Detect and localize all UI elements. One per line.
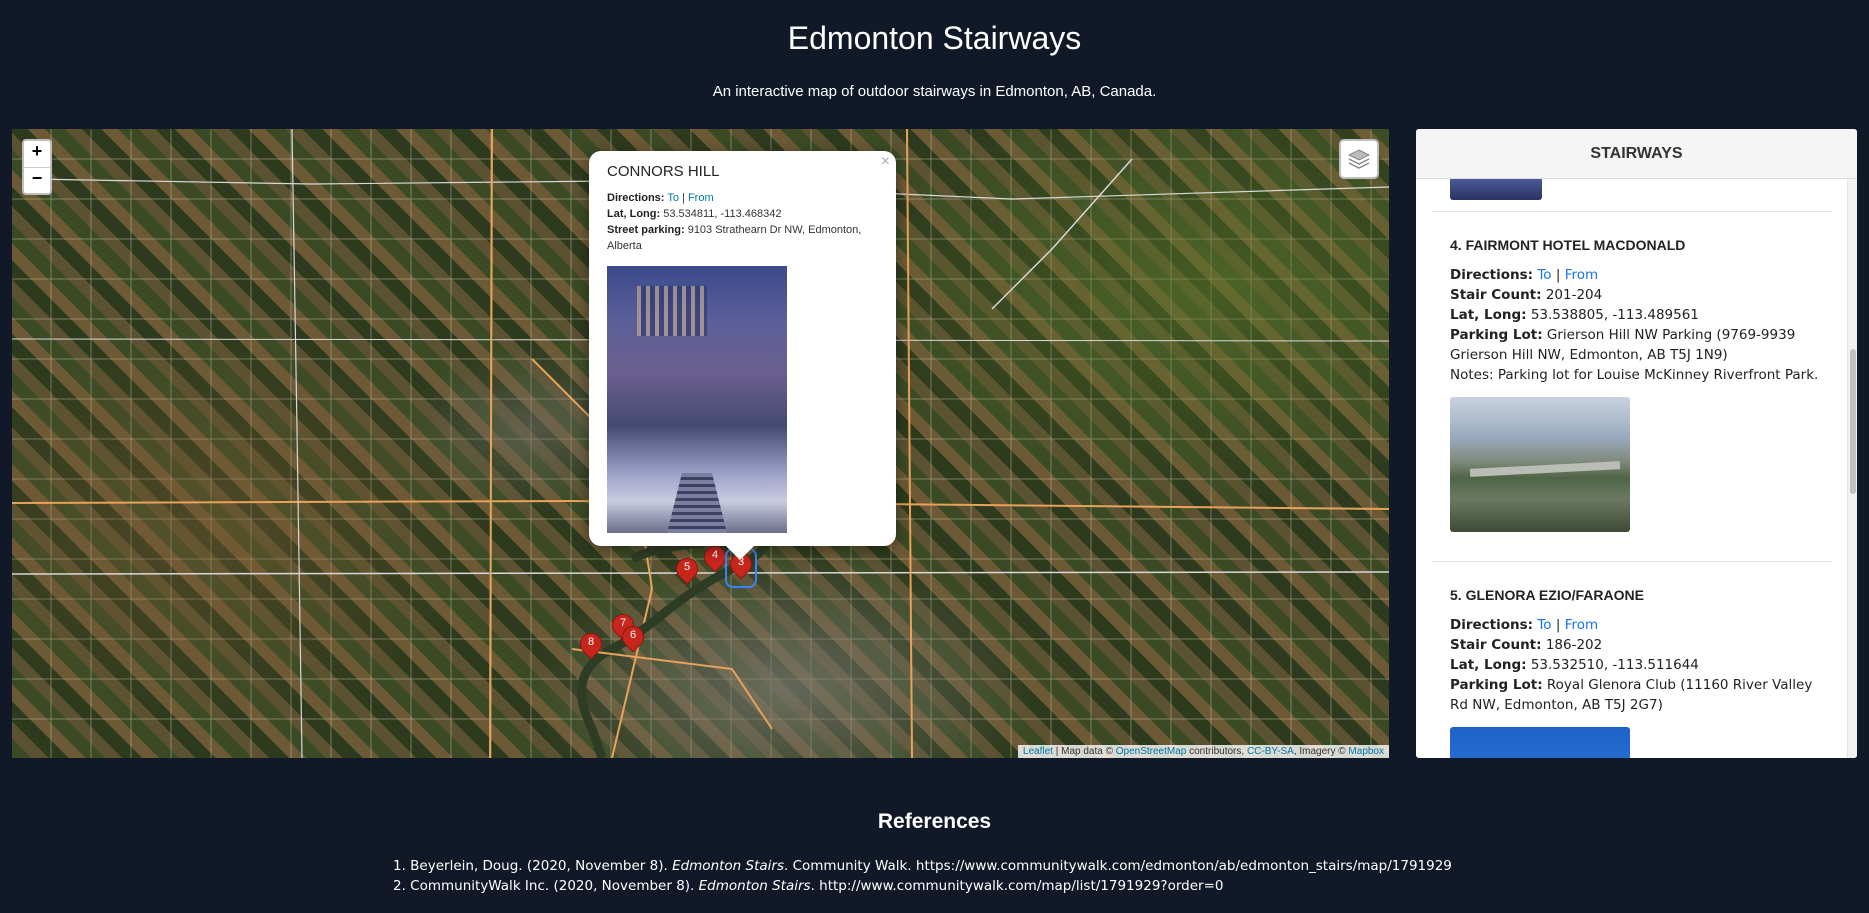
map-attribution: Leaflet | Map data © OpenStreetMap contr… [1017,745,1389,758]
popup-parking: Street parking: 9103 Strathearn Dr NW, E… [607,224,862,252]
layers-icon [1347,149,1371,169]
stairway-entry-5: 5. GLENORA EZIO/FARAONE Directions: To |… [1450,585,1830,758]
stairway-photo [1450,397,1630,532]
map-marker-5[interactable]: 5 [671,553,703,588]
page-title: Edmonton Stairways [787,20,1082,56]
sidebar-scrollbar[interactable] [1847,179,1857,758]
directions-to-link[interactable]: To [1537,267,1551,283]
popup-directions-to-link[interactable]: To [667,192,679,204]
reference-item: 1. Beyerlein, Doug. (2020, November 8). … [393,858,1452,874]
directions-from-link[interactable]: From [1565,617,1598,633]
sidebar-scroll-area[interactable]: 4. FAIRMONT HOTEL MACDONALD Directions: … [1416,179,1847,758]
stairway-entry-4: 4. FAIRMONT HOTEL MACDONALD Directions: … [1450,235,1830,532]
scrollbar-thumb[interactable] [1850,349,1856,494]
entry-divider [1432,561,1832,562]
stairway-latlong: Lat, Long: 53.538805, -113.489561 [1450,307,1699,323]
zoom-control: + − [22,139,52,195]
stairway-heading: 5. GLENORA EZIO/FARAONE [1450,587,1644,603]
references-title: References [877,810,992,833]
stairway-heading: 4. FAIRMONT HOTEL MACDONALD [1450,237,1686,253]
popup-directions: Directions: To | From [607,192,714,204]
directions-from-link[interactable]: From [1565,267,1598,283]
popup-directions-from-link[interactable]: From [688,192,714,204]
osm-link[interactable]: OpenStreetMap [1116,746,1187,757]
stairway-count: Stair Count: 186-202 [1450,637,1603,653]
popup-stair-photo [607,266,787,533]
stairway-directions: Directions: To | From [1450,267,1599,283]
stair-photo-previous [1450,179,1542,200]
license-link[interactable]: CC-BY-SA [1247,746,1294,757]
leaflet-link[interactable]: Leaflet [1023,746,1053,757]
map-popup: × CONNORS HILL Directions: To | From Lat… [589,151,896,560]
popup-latlong: Lat, Long: 53.534811, -113.468342 [607,208,782,220]
popup-tip [726,546,754,560]
zoom-in-button[interactable]: + [24,141,50,167]
popup-title: CONNORS HILL [607,163,720,180]
map-marker-6[interactable]: 6 [617,621,649,656]
zoom-out-button[interactable]: − [24,167,50,193]
stairway-directions: Directions: To | From [1450,617,1599,633]
references-list: 1. Beyerlein, Doug. (2020, November 8). … [393,856,1452,896]
stairway-parking: Parking Lot: Royal Glenora Club (11160 R… [1450,677,1813,713]
reference-item: 2. CommunityWalk Inc. (2020, November 8)… [393,878,1224,894]
page-subtitle: An interactive map of outdoor stairways … [712,83,1157,100]
stairway-parking: Parking Lot: Grierson Hill NW Parking (9… [1450,327,1796,363]
stairway-notes: Notes: Parking lot for Louise McKinney R… [1450,367,1819,383]
stairway-count: Stair Count: 201-204 [1450,287,1603,303]
mapbox-link[interactable]: Mapbox [1348,746,1384,757]
layers-control-button[interactable] [1339,139,1379,179]
sidebar-title: STAIRWAYS [1416,129,1857,179]
map-marker-8[interactable]: 8 [575,628,607,663]
stairways-sidebar: STAIRWAYS 4. FAIRMONT HOTEL MACDONALD Di… [1416,129,1857,758]
map-marker-4[interactable]: 4 [699,541,731,576]
stairway-photo [1450,727,1630,758]
directions-to-link[interactable]: To [1537,617,1551,633]
entry-divider [1432,211,1832,212]
stairway-latlong: Lat, Long: 53.532510, -113.511644 [1450,657,1699,673]
popup-close-button[interactable]: × [881,153,890,171]
